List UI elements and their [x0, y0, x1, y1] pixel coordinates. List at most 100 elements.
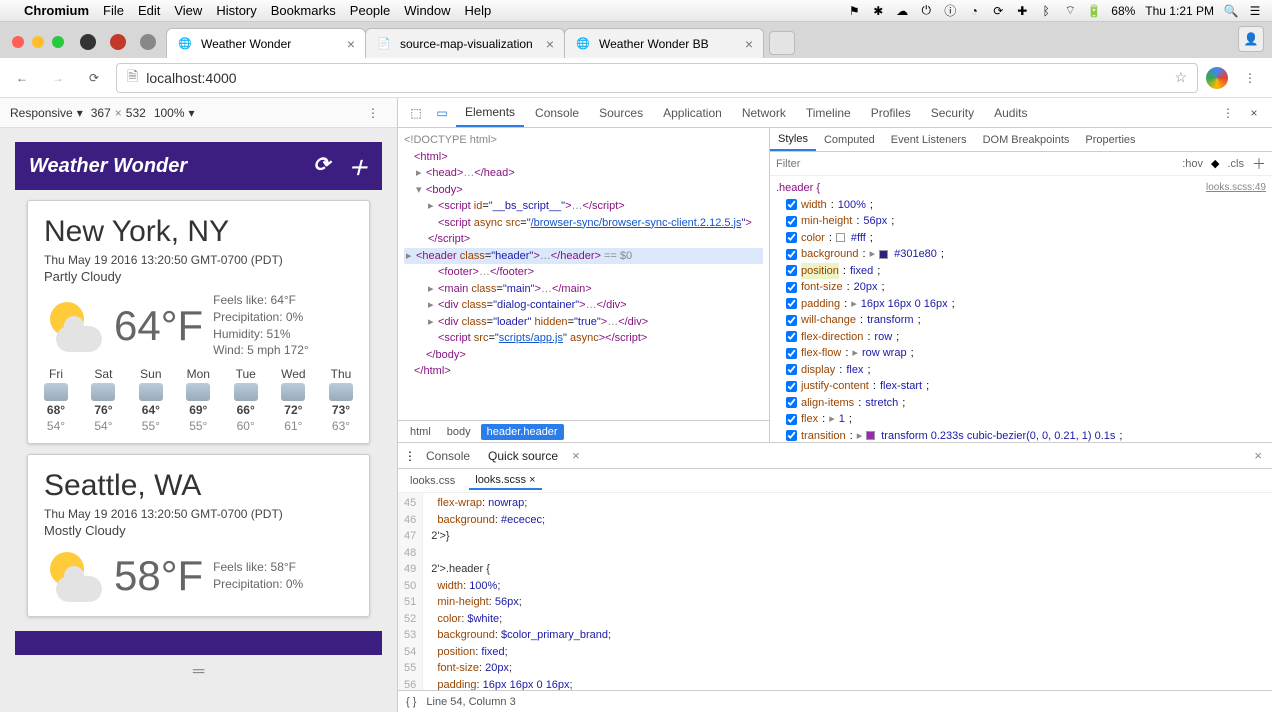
profile-button[interactable]: 👤	[1238, 26, 1264, 52]
menu-edit[interactable]: Edit	[138, 3, 160, 18]
dom-node[interactable]: <html>	[404, 149, 763, 166]
css-declaration[interactable]: flex-direction: row;	[776, 329, 1266, 346]
property-toggle[interactable]	[786, 364, 797, 375]
add-icon[interactable]: ＋	[348, 152, 368, 181]
dom-node[interactable]: ▸<div class="dialog-container">…</div>	[404, 297, 763, 314]
css-declaration[interactable]: padding:▸ 16px 16px 0 16px;	[776, 296, 1266, 313]
forward-button[interactable]: →	[44, 64, 72, 92]
address-bar[interactable]: 🗎 localhost:4000 ☆	[116, 63, 1198, 93]
property-toggle[interactable]	[786, 315, 797, 326]
close-drawer-icon[interactable]: ×	[1250, 448, 1266, 463]
tab-elements[interactable]: Elements	[456, 99, 524, 127]
site-info-icon[interactable]: 🗎	[127, 66, 138, 90]
pinned-tab-icon[interactable]	[110, 34, 126, 50]
tab-sources[interactable]: Sources	[590, 100, 652, 126]
property-toggle[interactable]	[786, 348, 797, 359]
crumb[interactable]: body	[441, 424, 477, 440]
crumb[interactable]: html	[404, 424, 437, 440]
pinned-tab-icon[interactable]	[140, 34, 156, 50]
hov-toggle[interactable]: :hov	[1182, 158, 1203, 170]
tab-audits[interactable]: Audits	[985, 100, 1036, 126]
device-width-input[interactable]: 367	[91, 106, 111, 120]
zoom-select[interactable]: 100%▾	[154, 106, 195, 120]
css-declaration[interactable]: will-change: transform;	[776, 312, 1266, 329]
pinned-tab-icon[interactable]	[80, 34, 96, 50]
close-tab-icon[interactable]: ×	[546, 36, 554, 52]
dom-node[interactable]: ▸<head>…</head>	[404, 165, 763, 182]
menuextra-icon[interactable]: ◔	[967, 4, 981, 18]
menu-file[interactable]: File	[103, 3, 124, 18]
property-toggle[interactable]	[786, 397, 797, 408]
css-declaration[interactable]: min-height: 56px;	[776, 213, 1266, 230]
property-toggle[interactable]	[786, 282, 797, 293]
devtools-menu-icon[interactable]: ⋮	[1216, 101, 1240, 125]
css-declaration[interactable]: justify-content: flex-start;	[776, 378, 1266, 395]
inspect-element-icon[interactable]: ⬚	[404, 101, 428, 125]
property-toggle[interactable]	[786, 265, 797, 276]
tab-network[interactable]: Network	[733, 100, 795, 126]
browser-tab[interactable]: 📄 source-map-visualization ×	[365, 28, 565, 58]
property-toggle[interactable]	[786, 298, 797, 309]
css-declaration[interactable]: flex-flow:▸ row wrap;	[776, 345, 1266, 362]
chrome-menu-button[interactable]: ⋮	[1236, 64, 1264, 92]
subtab-properties[interactable]: Properties	[1077, 130, 1143, 150]
subtab-styles[interactable]: Styles	[770, 129, 816, 151]
drawer-tab-quicksource[interactable]: Quick source	[480, 445, 566, 467]
subtab-listeners[interactable]: Event Listeners	[883, 130, 975, 150]
dom-node[interactable]: <script async src="/browser-sync/browser…	[404, 215, 763, 248]
property-toggle[interactable]	[786, 199, 797, 210]
menuextra-icon[interactable]: ☁	[895, 4, 909, 18]
wifi-icon[interactable]: ⌔	[1063, 4, 1077, 18]
css-declaration[interactable]: align-items: stretch;	[776, 395, 1266, 412]
property-toggle[interactable]	[786, 430, 797, 441]
subtab-computed[interactable]: Computed	[816, 130, 883, 150]
notifications-icon[interactable]: ☰	[1248, 4, 1262, 18]
dom-node[interactable]: ▾<body>	[404, 182, 763, 199]
app-name[interactable]: Chromium	[24, 3, 89, 18]
minimize-window-button[interactable]	[32, 36, 44, 48]
dom-tree[interactable]: <!DOCTYPE html> <html>▸<head>…</head>▾<b…	[398, 128, 769, 420]
css-declaration[interactable]: color: #fff;	[776, 230, 1266, 247]
menuextra-icon[interactable]: ⏻	[919, 4, 933, 18]
close-tab-icon[interactable]: ×	[568, 448, 584, 463]
clock[interactable]: Thu 1:21 PM	[1145, 4, 1214, 18]
device-menu-button[interactable]: ⋮	[359, 99, 387, 127]
close-file-icon[interactable]: ×	[529, 474, 535, 486]
tab-console[interactable]: Console	[526, 100, 588, 126]
drag-handle-icon[interactable]: ═	[15, 665, 382, 679]
styles-filter-input[interactable]	[776, 158, 1174, 170]
dom-node[interactable]: <script src="scripts/app.js" async></scr…	[404, 330, 763, 347]
menu-help[interactable]: Help	[465, 3, 492, 18]
crumb[interactable]: header.header	[481, 424, 564, 440]
css-declaration[interactable]: display: flex;	[776, 362, 1266, 379]
dom-node[interactable]: ▸<main class="main">…</main>	[404, 281, 763, 298]
zoom-window-button[interactable]	[52, 36, 64, 48]
property-toggle[interactable]	[786, 216, 797, 227]
close-devtools-icon[interactable]: ×	[1242, 101, 1266, 125]
css-declaration[interactable]: width: 100%;	[776, 197, 1266, 214]
menuextra-icon[interactable]: ⓘ	[943, 4, 957, 18]
new-rule-icon[interactable]: ＋	[1252, 154, 1266, 174]
dom-node[interactable]: </html>	[404, 363, 763, 380]
filter-icon[interactable]: ◆	[1211, 157, 1219, 170]
browser-tab[interactable]: 🌐 Weather Wonder ×	[166, 28, 366, 58]
menuextra-icon[interactable]: ✱	[871, 4, 885, 18]
device-toggle-icon[interactable]: ▭	[430, 101, 454, 125]
back-button[interactable]: ←	[8, 64, 36, 92]
device-mode-select[interactable]: Responsive▾	[10, 106, 83, 120]
close-window-button[interactable]	[12, 36, 24, 48]
spotlight-icon[interactable]: 🔍	[1224, 4, 1238, 18]
close-tab-icon[interactable]: ×	[745, 36, 753, 52]
tab-timeline[interactable]: Timeline	[797, 100, 860, 126]
tab-application[interactable]: Application	[654, 100, 731, 126]
menu-bookmarks[interactable]: Bookmarks	[271, 3, 336, 18]
new-tab-button[interactable]	[769, 31, 795, 55]
bookmark-star-icon[interactable]: ☆	[1174, 69, 1187, 86]
drawer-tab-console[interactable]: Console	[418, 445, 478, 467]
dom-node[interactable]: </body>	[404, 347, 763, 364]
battery-icon[interactable]: 🔋	[1087, 4, 1101, 18]
file-tab[interactable]: looks.scss ×	[469, 472, 541, 490]
property-toggle[interactable]	[786, 232, 797, 243]
tab-security[interactable]: Security	[922, 100, 983, 126]
css-declaration[interactable]: flex:▸ 1;	[776, 411, 1266, 428]
